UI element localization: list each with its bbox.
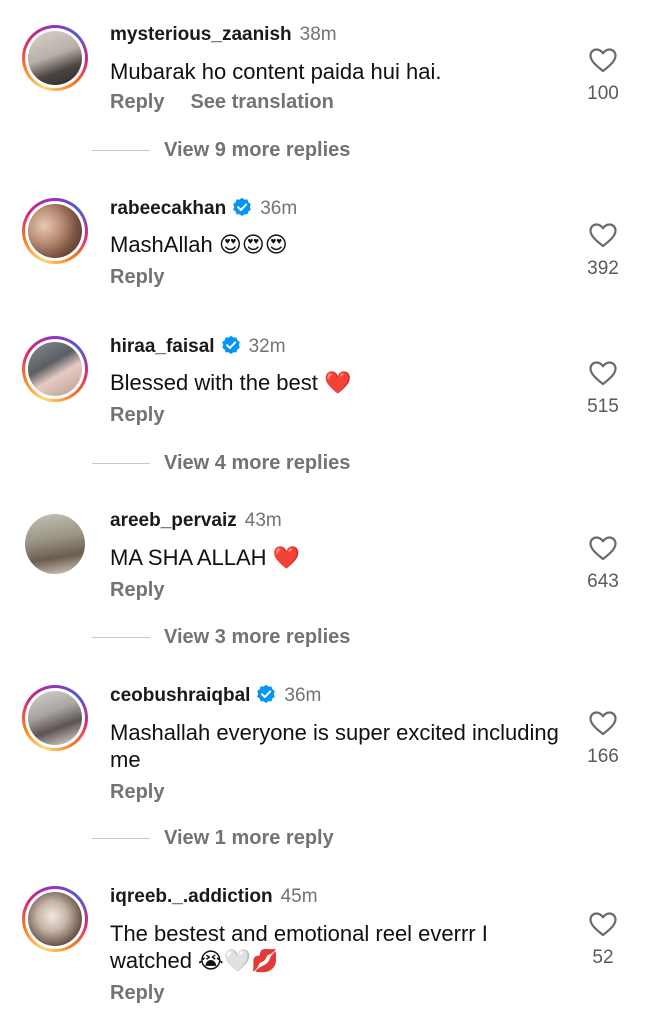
verified-badge-icon	[233, 197, 251, 216]
like-count: 166	[587, 746, 619, 767]
timestamp: 32m	[248, 336, 286, 357]
reply-button[interactable]: Reply	[110, 266, 164, 288]
comment-text: The bestest and emotional reel everrr I …	[110, 921, 488, 973]
comment-actions: Reply	[110, 982, 190, 1005]
reply-button[interactable]: Reply	[110, 781, 164, 803]
avatar[interactable]	[22, 198, 88, 264]
reply-button[interactable]: Reply	[110, 91, 164, 113]
like-button[interactable]: 643	[580, 536, 626, 593]
like-button[interactable]: 515	[580, 361, 626, 418]
like-count: 52	[592, 947, 614, 968]
avatar[interactable]	[22, 685, 88, 751]
heart-outline-icon[interactable]	[589, 48, 617, 73]
timestamp: 38m	[299, 24, 337, 45]
avatar[interactable]	[22, 886, 88, 952]
like-button[interactable]: 166	[580, 711, 626, 768]
heart-outline-icon[interactable]	[589, 912, 617, 937]
avatar[interactable]	[22, 336, 88, 402]
like-count: 100	[587, 83, 619, 104]
reply-button[interactable]: Reply	[110, 404, 164, 426]
comment-meta: ceobushraiqbal 36m	[110, 684, 321, 708]
username[interactable]: hiraa_faisal	[110, 336, 215, 357]
username[interactable]: areeb_pervaiz	[110, 510, 237, 531]
comment-actions: Reply	[110, 404, 190, 427]
avatar[interactable]	[22, 511, 88, 577]
comment-meta: hiraa_faisal 32m	[110, 335, 286, 359]
username[interactable]: iqreeb._.addiction	[110, 886, 273, 907]
comment-text: MashAllah 😍😍😍	[110, 232, 288, 257]
view-replies-label[interactable]: View 1 more reply	[164, 827, 334, 849]
comment-actions: Reply See translation	[110, 91, 360, 114]
divider-line	[92, 150, 150, 152]
heart-outline-icon[interactable]	[589, 223, 617, 248]
username[interactable]: rabeecakhan	[110, 198, 226, 219]
view-replies-label[interactable]: View 9 more replies	[164, 139, 350, 161]
like-button[interactable]: 52	[580, 912, 626, 969]
like-count: 643	[587, 571, 619, 592]
timestamp: 45m	[280, 886, 318, 907]
comment-meta: rabeecakhan 36m	[110, 197, 297, 221]
view-more-replies[interactable]: View 1 more reply	[92, 827, 334, 850]
username[interactable]: ceobushraiqbal	[110, 685, 250, 706]
see-translation-button[interactable]: See translation	[190, 91, 333, 113]
username[interactable]: mysterious_zaanish	[110, 24, 292, 45]
view-replies-label[interactable]: View 3 more replies	[164, 626, 350, 648]
view-more-replies[interactable]: View 4 more replies	[92, 452, 350, 475]
view-more-replies[interactable]: View 3 more replies	[92, 626, 350, 649]
heart-outline-icon[interactable]	[589, 711, 617, 736]
timestamp: 36m	[260, 198, 298, 219]
comment-text: Blessed with the best ❤️	[110, 370, 352, 395]
view-more-replies[interactable]: View 9 more replies	[92, 139, 350, 162]
timestamp: 43m	[244, 510, 282, 531]
reply-button[interactable]: Reply	[110, 579, 164, 601]
comment-actions: Reply	[110, 579, 190, 602]
divider-line	[92, 838, 150, 840]
comment-meta: mysterious_zaanish 38m	[110, 23, 337, 47]
like-count: 515	[587, 396, 619, 417]
reply-button[interactable]: Reply	[110, 982, 164, 1004]
verified-badge-icon	[257, 684, 276, 703]
comment-meta: areeb_pervaiz 43m	[110, 509, 282, 533]
comment-actions: Reply	[110, 266, 190, 289]
heart-outline-icon[interactable]	[589, 536, 617, 561]
view-replies-label[interactable]: View 4 more replies	[164, 452, 350, 474]
divider-line	[92, 637, 150, 639]
avatar[interactable]	[22, 25, 88, 91]
comment-text: Mubarak ho content paida hui hai.	[110, 59, 442, 84]
like-count: 392	[587, 258, 619, 279]
comment-text: MA SHA ALLAH ❤️	[110, 545, 301, 570]
like-button[interactable]: 392	[580, 223, 626, 280]
divider-line	[92, 463, 150, 465]
heart-outline-icon[interactable]	[589, 361, 617, 386]
timestamp: 36m	[284, 685, 322, 706]
comment-actions: Reply	[110, 781, 190, 804]
like-button[interactable]: 100	[580, 48, 626, 105]
comment-meta: iqreeb._.addiction 45m	[110, 885, 318, 909]
verified-badge-icon	[221, 335, 240, 354]
comment-text: Mashallah everyone is super excited incl…	[110, 720, 559, 772]
